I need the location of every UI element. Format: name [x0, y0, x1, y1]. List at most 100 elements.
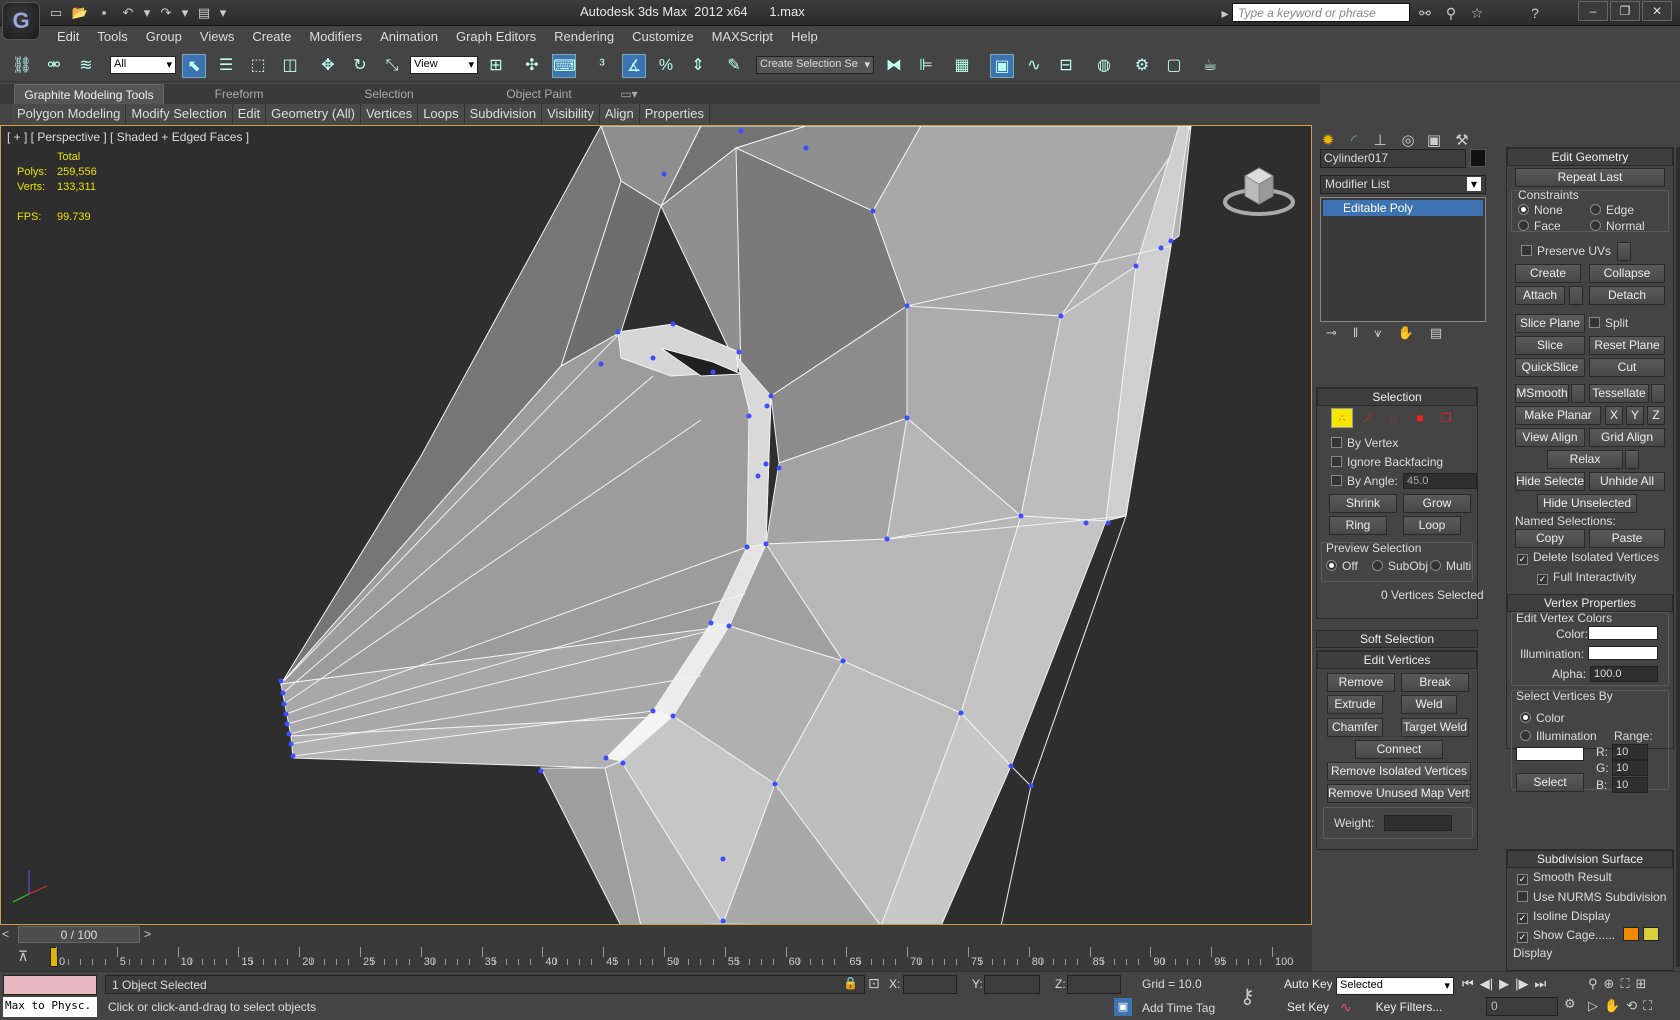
constraint-face-radio[interactable]: Face [1518, 219, 1561, 233]
time-slider-next-icon[interactable]: > [144, 927, 151, 941]
y-coordinate-field[interactable] [984, 975, 1040, 994]
undo-dropdown-icon[interactable]: ▾ [142, 4, 152, 22]
material-editor-icon[interactable]: ◍ [1092, 54, 1116, 78]
soft-selection-rollout-header[interactable]: Soft Selection [1316, 630, 1478, 648]
set-key-icon[interactable]: ⚷ [1240, 984, 1255, 1009]
binoculars-icon[interactable]: ⚯ [1414, 3, 1436, 23]
redo-dropdown-icon[interactable]: ▾ [180, 4, 190, 22]
reference-coordinate-dropdown[interactable]: View ▾ [410, 56, 478, 74]
panel-edit[interactable]: Edit [232, 104, 267, 124]
extrude-button[interactable]: Extrude [1327, 695, 1383, 714]
chamfer-button[interactable]: Chamfer [1327, 718, 1383, 737]
quick-access-dropdown-icon[interactable]: ▾ [218, 4, 228, 22]
search-arrow-icon[interactable]: ▸ [1220, 3, 1230, 23]
maxscript-listener-mini[interactable] [3, 975, 97, 995]
curve-editor-icon[interactable]: ∿ [1022, 54, 1046, 78]
vertex-color-swatch[interactable] [1588, 626, 1658, 640]
time-slider[interactable]: < 0 / 100 > [0, 925, 1312, 945]
redo-icon[interactable]: ↷ [156, 4, 176, 22]
zoom-all-icon[interactable]: ⊕ [1604, 976, 1615, 992]
absolute-mode-icon[interactable]: ⊡ [868, 975, 880, 992]
previous-frame-icon[interactable]: ◀| [1480, 976, 1493, 992]
constraint-none-radio[interactable]: None [1518, 203, 1563, 217]
x-coordinate-field[interactable] [903, 975, 957, 994]
repeat-last-button[interactable]: Repeat Last [1515, 168, 1665, 187]
by-vertex-checkbox[interactable]: By Vertex [1331, 436, 1398, 450]
menu-modifiers[interactable]: Modifiers [300, 26, 371, 48]
make-unique-icon[interactable]: ⩛ [1374, 325, 1381, 341]
planar-x-button[interactable]: X [1605, 406, 1623, 425]
attach-button[interactable]: Attach [1515, 286, 1565, 305]
panel-loops[interactable]: Loops [418, 104, 465, 124]
render-setup-icon[interactable]: ⚙ [1130, 54, 1154, 78]
percent-snap-icon[interactable]: % [654, 54, 678, 78]
selection-lock-icon[interactable]: 🔒 [843, 976, 858, 990]
tessellate-button[interactable]: Tessellate [1589, 384, 1649, 403]
vertex-properties-rollout-header[interactable]: Vertex Properties [1507, 594, 1673, 612]
menu-animation[interactable]: Animation [371, 26, 447, 48]
next-frame-icon[interactable]: |▶ [1515, 976, 1528, 992]
project-folder-icon[interactable]: ▤ [194, 4, 214, 22]
slice-button[interactable]: Slice [1515, 336, 1585, 355]
edge-mode-icon[interactable]: ⟋ [1357, 408, 1379, 428]
snaps-toggle-icon[interactable]: ³ [590, 54, 614, 78]
play-icon[interactable]: ▶ [1499, 976, 1509, 992]
select-object-icon[interactable]: ⬉ [182, 54, 206, 78]
configure-modifier-sets-icon[interactable]: ▤ [1430, 325, 1442, 341]
go-to-end-icon[interactable]: ⏭ [1534, 976, 1546, 992]
pivot-center-icon[interactable]: ⊞ [484, 54, 508, 78]
panel-align[interactable]: Align [599, 104, 640, 124]
selection-rollout-header[interactable]: Selection [1317, 388, 1477, 406]
paste-button[interactable]: Paste [1589, 529, 1665, 548]
edit-vertices-rollout-header[interactable]: Edit Vertices [1317, 651, 1477, 669]
grow-button[interactable]: Grow [1403, 494, 1471, 513]
constraint-normal-radio[interactable]: Normal [1590, 219, 1645, 233]
auto-key-button[interactable]: Auto Key [1284, 976, 1332, 995]
menu-graph-editors[interactable]: Graph Editors [447, 26, 545, 48]
panel-visibility[interactable]: Visibility [542, 104, 600, 124]
range-g-spinner[interactable]: 10 [1612, 760, 1648, 776]
smooth-result-checkbox[interactable]: ✓ Smooth Result [1517, 870, 1612, 885]
field-of-view-icon[interactable]: ▷ [1588, 998, 1598, 1014]
quickslice-button[interactable]: QuickSlice [1515, 358, 1585, 377]
rendered-frame-icon[interactable]: ▢ [1162, 54, 1186, 78]
tab-object-paint[interactable]: Object Paint [464, 84, 614, 104]
detach-button[interactable]: Detach [1589, 286, 1665, 305]
relax-button[interactable]: Relax [1547, 450, 1623, 469]
bind-spacewarp-icon[interactable]: ≋ [74, 54, 98, 78]
angle-snap-icon[interactable]: ∡ [622, 54, 646, 78]
hide-selected-button[interactable]: Hide Selected [1515, 472, 1585, 491]
time-slider-thumb[interactable]: 0 / 100 [18, 926, 140, 943]
command-panel-scrollbar[interactable] [1676, 147, 1680, 967]
go-to-start-icon[interactable]: ⏮ [1462, 976, 1474, 992]
key-mode-dropdown[interactable]: Selected ▾ [1336, 977, 1454, 995]
menu-maxscript[interactable]: MAXScript [703, 26, 782, 48]
modifier-list-dropdown[interactable]: Modifier List ▾ [1320, 175, 1486, 194]
loop-button[interactable]: Loop [1403, 516, 1461, 535]
polygon-mode-icon[interactable]: ■ [1409, 408, 1431, 428]
unhide-all-button[interactable]: Unhide All [1589, 472, 1665, 491]
restore-button[interactable]: ❐ [1610, 1, 1640, 21]
save-icon[interactable]: ▪ [94, 4, 114, 22]
move-icon[interactable]: ✥ [316, 54, 340, 78]
element-mode-icon[interactable]: ❒ [1435, 408, 1457, 428]
remove-modifier-icon[interactable]: ✋ [1398, 325, 1414, 341]
target-weld-button[interactable]: Target Weld [1401, 718, 1469, 737]
modifier-stack[interactable]: Editable Poly [1320, 197, 1486, 322]
time-slider-prev-icon[interactable]: < [2, 927, 9, 941]
reset-plane-button[interactable]: Reset Plane [1589, 336, 1665, 355]
select-by-illumination-radio[interactable]: Illumination [1520, 729, 1597, 743]
create-button[interactable]: Create [1515, 264, 1581, 283]
search-input[interactable]: Type a keyword or phrase [1232, 3, 1410, 22]
track-bar[interactable]: ⊼ 0 5 10 15 20 25 30 35 40 45 50 55 60 65 70 75 80 85 90 95… [0, 945, 1312, 971]
show-cage-checkbox[interactable]: ✓ Show Cage...... [1517, 928, 1615, 943]
grid-align-button[interactable]: Grid Align [1589, 428, 1665, 447]
render-teapot-icon[interactable]: ☕ [1198, 54, 1222, 78]
align-icon[interactable]: ⊫ [914, 54, 938, 78]
shrink-button[interactable]: Shrink [1329, 494, 1397, 513]
graphite-toggle-icon[interactable]: ▣ [990, 54, 1014, 78]
relax-settings-button[interactable] [1625, 450, 1639, 469]
planar-y-button[interactable]: Y [1626, 406, 1644, 425]
new-file-icon[interactable]: ▭ [46, 4, 66, 22]
hide-unselected-button[interactable]: Hide Unselected [1537, 494, 1637, 513]
